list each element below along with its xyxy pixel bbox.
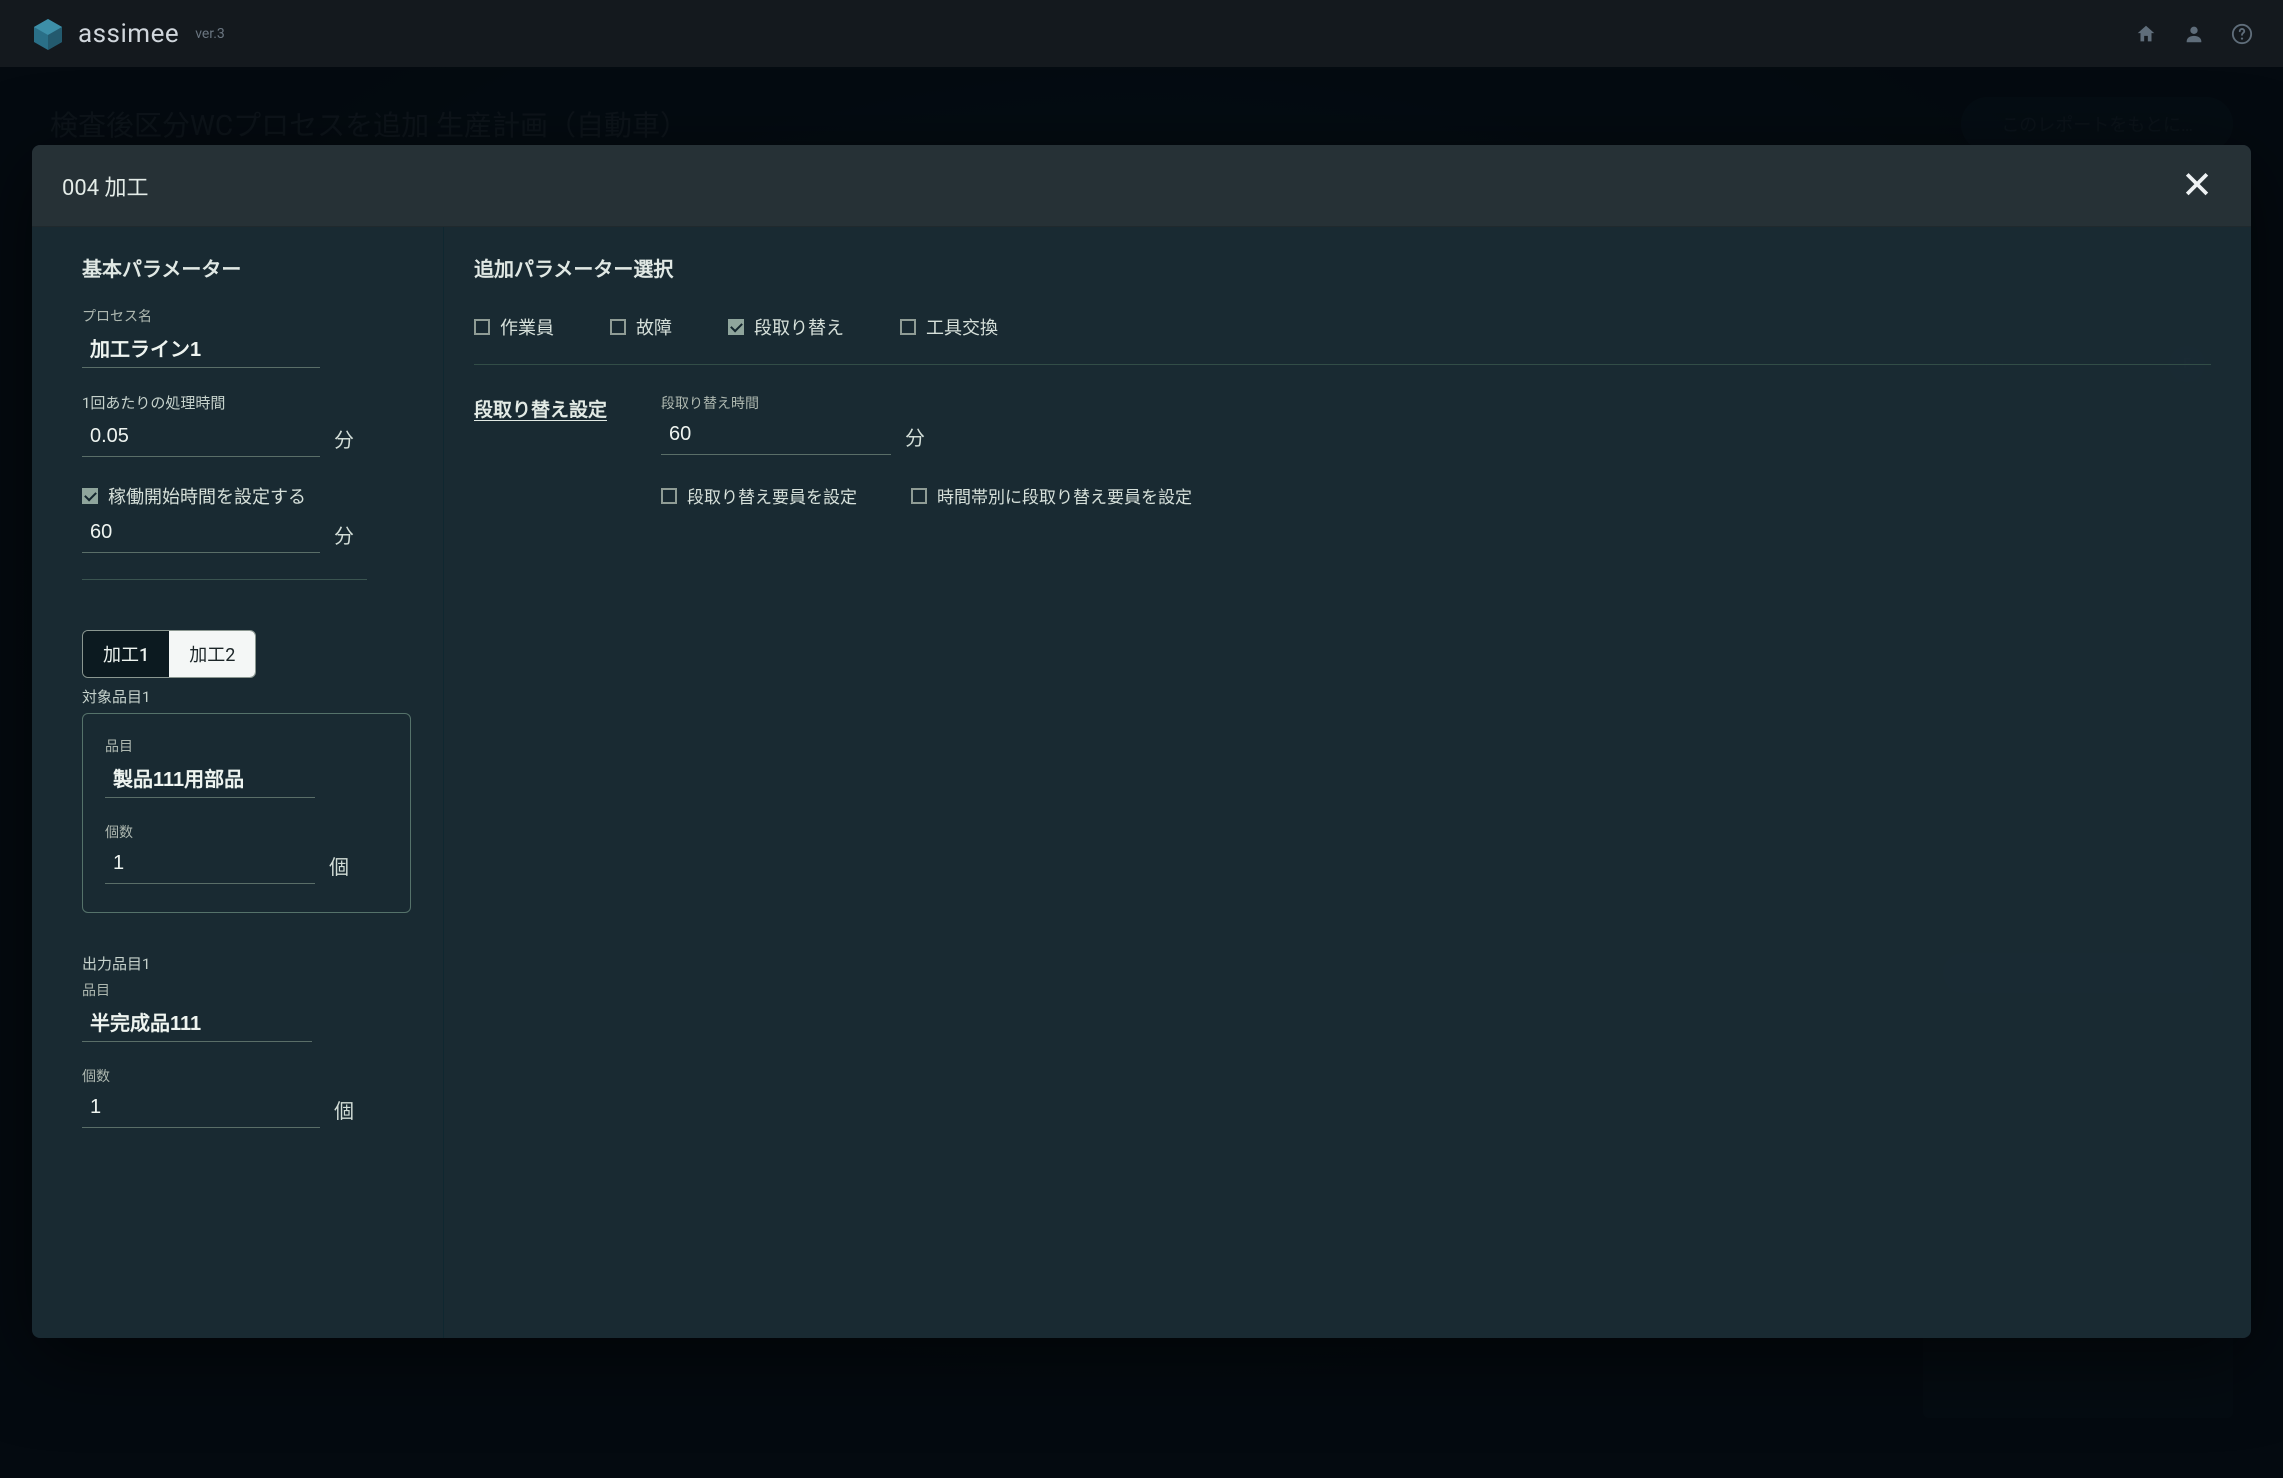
modal-body: 基本パラメーター プロセス名 1回あたりの処理時間 分 稼働開始時間を設定する … — [32, 227, 2251, 1338]
changeover-check-label: 段取り替え — [754, 314, 844, 340]
changeover-staff-by-time-label: 時間帯別に段取り替え要員を設定 — [937, 483, 1192, 508]
target-qty-input[interactable] — [105, 846, 315, 884]
fault-checkbox[interactable] — [610, 319, 626, 335]
brand: assimee ver.3 — [30, 16, 225, 52]
changeover-staff-checkbox[interactable] — [661, 488, 677, 504]
per-cycle-input[interactable] — [82, 419, 320, 457]
top-navbar: assimee ver.3 — [0, 0, 2283, 67]
param-checkboxes: 作業員 故障 段取り替え 工具交換 — [474, 306, 2211, 365]
brand-logo-icon — [30, 16, 66, 52]
additional-parameters-pane: 追加パラメーター選択 作業員 故障 段取り替え 工具交換 — [444, 227, 2251, 1338]
start-time-input[interactable] — [82, 515, 320, 553]
process-name-label: プロセス名 — [82, 306, 411, 326]
changeover-time-unit: 分 — [905, 422, 925, 455]
tool-check-label: 工具交換 — [926, 314, 998, 340]
changeover-section: 段取り替え設定 段取り替え時間 分 段取り替え要員を設定 — [474, 393, 2211, 508]
start-time-checkbox[interactable] — [82, 488, 98, 504]
start-time-unit: 分 — [334, 520, 354, 553]
output-qty-label: 個数 — [82, 1066, 411, 1086]
per-cycle-unit: 分 — [334, 424, 354, 457]
worker-check-label: 作業員 — [500, 314, 554, 340]
output-item-label: 出力品目1 — [82, 953, 411, 974]
target-item-box: 品目 個数 個 — [82, 713, 411, 913]
target-qty-unit: 個 — [329, 851, 349, 884]
brand-version: ver.3 — [195, 26, 225, 42]
changeover-staff-label: 段取り替え要員を設定 — [687, 483, 857, 508]
process-name-input[interactable] — [82, 330, 320, 368]
changeover-staff-by-time-checkbox[interactable] — [911, 488, 927, 504]
output-qty-unit: 個 — [334, 1095, 354, 1128]
target-item-name-input[interactable] — [105, 760, 315, 798]
output-qty-input[interactable] — [82, 1090, 320, 1128]
tab-processing-2[interactable]: 加工2 — [169, 631, 255, 677]
tool-checkbox[interactable] — [900, 319, 916, 335]
help-icon[interactable] — [2231, 23, 2253, 45]
home-icon[interactable] — [2135, 23, 2157, 45]
target-item-name-label: 品目 — [105, 736, 388, 756]
basic-params-heading: 基本パラメーター — [82, 253, 411, 282]
processing-tabs: 加工1 加工2 — [82, 630, 256, 678]
worker-checkbox[interactable] — [474, 319, 490, 335]
output-item-name-label: 品目 — [82, 980, 411, 1000]
tab-processing-1[interactable]: 加工1 — [83, 631, 169, 677]
topnav-icons — [2135, 23, 2253, 45]
target-item-label: 対象品目1 — [82, 686, 411, 707]
modal-titlebar: 004 加工 ✕ — [32, 145, 2251, 227]
start-time-check-label: 稼働開始時間を設定する — [108, 483, 306, 509]
per-cycle-label: 1回あたりの処理時間 — [82, 392, 411, 413]
changeover-checkbox[interactable] — [728, 319, 744, 335]
modal-title: 004 加工 — [62, 170, 149, 202]
fault-check-label: 故障 — [636, 314, 672, 340]
changeover-time-input[interactable] — [661, 417, 891, 455]
changeover-time-label: 段取り替え時間 — [661, 393, 2211, 413]
changeover-title: 段取り替え設定 — [474, 393, 607, 508]
brand-name: assimee — [78, 19, 179, 49]
close-icon[interactable]: ✕ — [2173, 163, 2221, 209]
output-item-name-input[interactable] — [82, 1004, 312, 1042]
target-qty-label: 個数 — [105, 822, 388, 842]
additional-params-heading: 追加パラメーター選択 — [474, 253, 2211, 282]
user-icon[interactable] — [2183, 23, 2205, 45]
basic-parameters-pane: 基本パラメーター プロセス名 1回あたりの処理時間 分 稼働開始時間を設定する … — [32, 227, 444, 1338]
process-settings-modal: 004 加工 ✕ 基本パラメーター プロセス名 1回あたりの処理時間 分 稼働開… — [32, 145, 2251, 1338]
